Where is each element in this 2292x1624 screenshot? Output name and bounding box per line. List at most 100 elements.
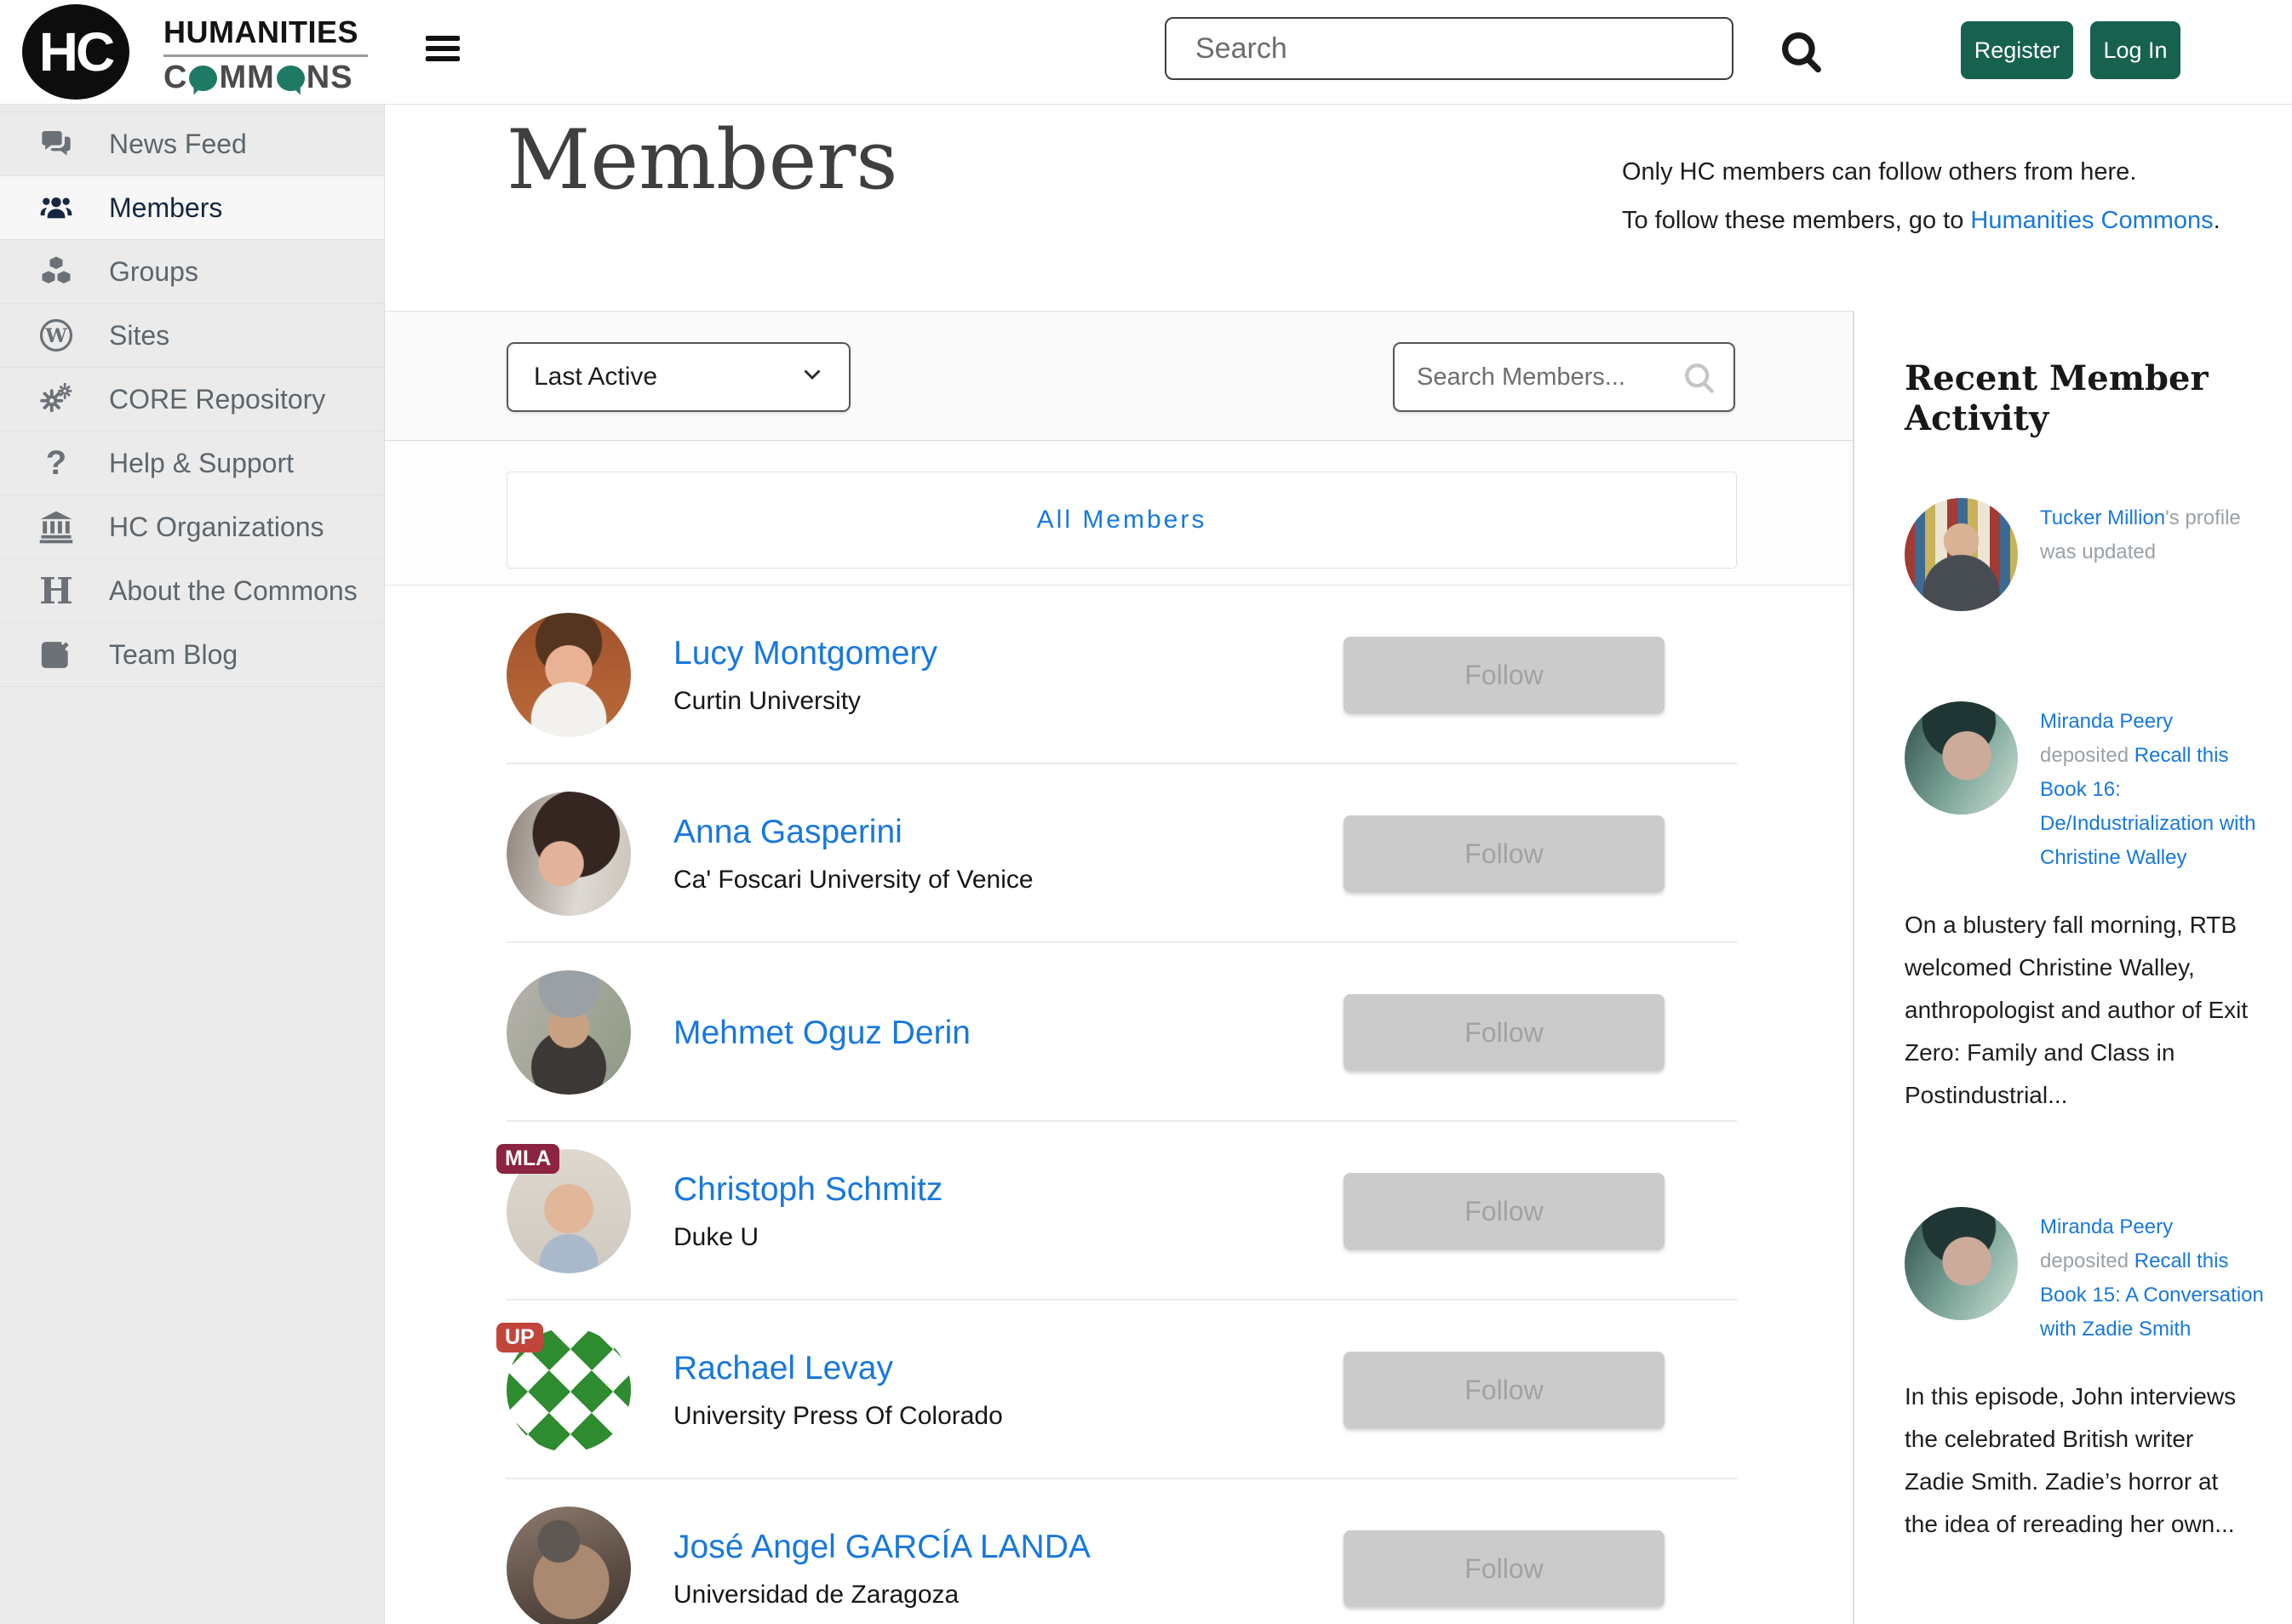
sidebar-item-members[interactable]: Members [0,176,384,240]
member-avatar-wrap: MLA [507,1149,631,1273]
wordmark-letters: NS [307,60,353,96]
sidebar-item-label: News Feed [109,129,247,160]
activity-avatar[interactable] [1905,498,2018,611]
member-badge: MLA [496,1144,559,1174]
member-name-link[interactable]: Christoph Schmitz [673,1173,943,1206]
sidebar-item-label: Sites [109,320,169,352]
follow-button[interactable]: Follow [1344,1352,1665,1428]
activity-head: Miranda Peery deposited Recall this Book… [1905,1207,2266,1347]
page-title: Members [507,112,898,208]
wordmark-line1: HUMANITIES [163,14,368,57]
sidebar-item-label: Members [109,192,222,224]
sidebar-item-hc-organizations[interactable]: HC Organizations [0,495,384,559]
left-sidebar: News Feed Members Groups W Sites CORE Re… [0,104,385,1624]
follow-notice: Only HC members can follow others from h… [1622,148,2220,245]
tab-all-members[interactable]: All Members [507,472,1737,569]
sidebar-item-label: Help & Support [109,448,294,479]
activity-action: deposited [2040,1249,2134,1272]
hc-logo[interactable]: HC [22,4,129,100]
activity-avatar[interactable] [1905,701,2018,815]
site-search-input[interactable] [1165,17,1733,80]
sort-order-dropdown[interactable]: Last Active [507,342,851,412]
sidebar-item-label: Team Blog [109,639,238,671]
follow-button[interactable]: Follow [1344,637,1665,713]
comments-icon [34,127,78,161]
member-affiliation: Curtin University [673,689,937,714]
recent-activity-rail: Recent Member Activity Tucker Million's … [1853,311,2292,1624]
member-avatar[interactable] [507,970,631,1095]
member-name-link[interactable]: Lucy Montgomery [673,637,937,670]
search-icon[interactable] [1776,27,1827,78]
sidebar-item-label: Groups [109,256,198,288]
register-button[interactable]: Register [1961,21,2073,79]
question-icon: ? [34,444,78,483]
members-directory-page: { "header": { "logo_monogram": "HC", "lo… [0,0,2292,1624]
member-badge: UP [496,1323,543,1352]
sidebar-item-label: About the Commons [109,575,358,607]
humanities-commons-wordmark[interactable]: HUMANITIES CMMNS [163,14,368,96]
sidebar-item-sites[interactable]: W Sites [0,304,384,368]
sidebar-item-team-blog[interactable]: Team Blog [0,623,384,687]
chevron-down-icon [798,359,827,395]
sidebar-item-about-the-commons[interactable]: H About the Commons [0,559,384,623]
h-letter-icon: H [34,570,78,612]
gears-icon [34,381,78,417]
member-name-link[interactable]: Mehmet Oguz Derin [673,1016,971,1049]
sidebar-item-news-feed[interactable]: News Feed [0,112,384,176]
activity-item: Tucker Million's profile was updated [1905,498,2266,611]
member-name-link[interactable]: José Angel GARCÍA LANDA [673,1530,1091,1564]
members-list: Lucy Montgomery Curtin University Follow… [385,586,1853,1624]
member-avatar[interactable] [507,613,631,737]
speech-bubble-icon [277,66,305,91]
member-info: Rachael Levay University Press Of Colora… [673,1328,1003,1452]
activity-actor-link[interactable]: Miranda Peery [2040,1215,2173,1238]
follow-notice-line2: To follow these members, go to Humanitie… [1622,197,2220,245]
cubes-icon [34,254,78,289]
search-icon [1681,359,1718,401]
member-row: MLA Christoph Schmitz Duke U Follow [507,1122,1737,1301]
top-header: HC HUMANITIES CMMNS Register Log In [0,0,2292,105]
activity-avatar[interactable] [1905,1207,2018,1320]
member-name-link[interactable]: Rachael Levay [673,1352,1003,1385]
sidebar-item-help-support[interactable]: ? Help & Support [0,432,384,495]
login-button[interactable]: Log In [2090,21,2180,79]
member-info: José Angel GARCÍA LANDA Universidad de Z… [673,1507,1091,1624]
bank-icon [34,509,78,545]
wordpress-icon: W [34,317,78,353]
sidebar-item-core-repository[interactable]: CORE Repository [0,368,384,432]
activity-text: Miranda Peery deposited Recall this Book… [2040,701,2266,875]
member-row: Lucy Montgomery Curtin University Follow [507,586,1737,764]
users-icon [34,191,78,225]
member-avatar[interactable] [507,792,631,916]
activity-actor-link[interactable]: Miranda Peery [2040,710,2173,733]
follow-button[interactable]: Follow [1344,1173,1665,1249]
activity-body: In this episode, John interviews the cel… [1905,1375,2255,1546]
humanities-commons-link[interactable]: Humanities Commons [1970,207,2213,234]
activity-text: Tucker Million's profile was updated [2040,498,2266,611]
activity-head: Tucker Million's profile was updated [1905,498,2266,611]
member-affiliation: Universidad de Zaragoza [673,1582,1091,1608]
member-row: Anna Gasperini Ca' Foscari University of… [507,764,1737,943]
member-affiliation: Ca' Foscari University of Venice [673,867,1034,893]
activity-actor-link[interactable]: Tucker Million [2040,506,2165,529]
member-avatar[interactable] [507,1507,631,1624]
member-avatar-wrap: UP [507,1328,631,1452]
member-info: Anna Gasperini Ca' Foscari University of… [673,792,1034,916]
member-avatar-wrap [507,613,631,737]
member-row: Mehmet Oguz Derin Follow [507,943,1737,1122]
follow-button[interactable]: Follow [1344,815,1665,892]
member-name-link[interactable]: Anna Gasperini [673,815,1034,849]
recent-activity-title: Recent Member Activity [1905,358,2266,438]
member-search [1393,342,1735,412]
sidebar-item-groups[interactable]: Groups [0,240,384,304]
wordmark-line2: CMMNS [163,60,368,96]
members-tabs-section: All Members [385,441,1853,586]
speech-bubble-icon [189,66,217,91]
pencil-square-icon [34,637,78,672]
member-row: UP Rachael Levay University Press Of Col… [507,1301,1737,1479]
member-affiliation: Duke U [673,1225,943,1250]
follow-button[interactable]: Follow [1344,994,1665,1071]
member-info: Christoph Schmitz Duke U [673,1149,943,1273]
follow-button[interactable]: Follow [1344,1530,1665,1607]
hamburger-menu-icon[interactable] [426,36,460,66]
